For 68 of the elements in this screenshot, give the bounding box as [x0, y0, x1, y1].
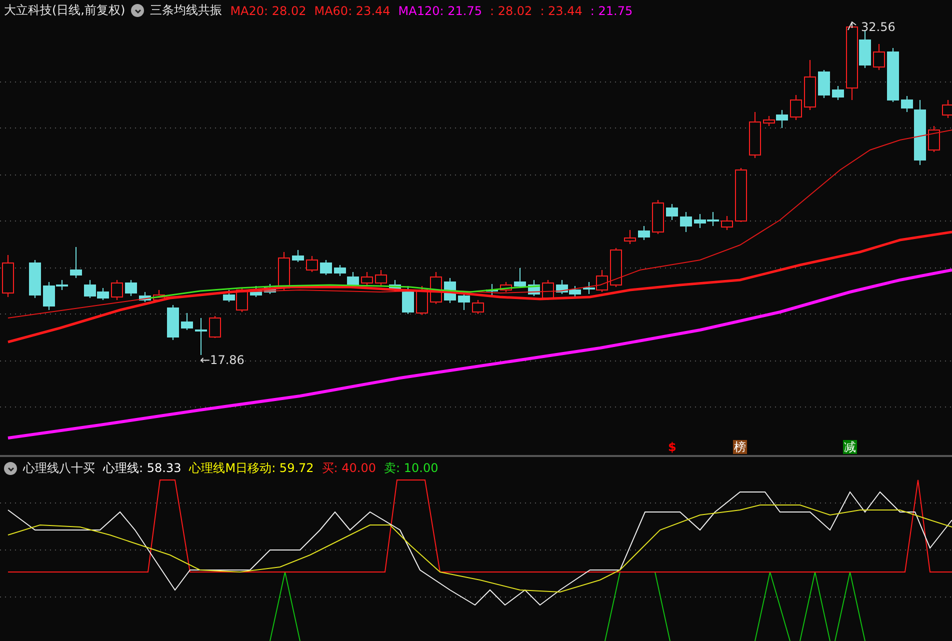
- candlestick: [153, 290, 165, 302]
- candlestick: [278, 252, 290, 290]
- candlestick: [569, 286, 581, 298]
- indicator-reading: 买: 40.00: [322, 460, 376, 477]
- signal-marker: $: [668, 440, 676, 454]
- candlestick: [790, 94, 802, 120]
- candlestick: [209, 316, 221, 338]
- signal-marker: 榜: [733, 440, 747, 454]
- stock-title: 大立科技(日线,前复权): [4, 2, 126, 19]
- candlestick: [111, 280, 123, 300]
- average-reading: MA60: 23.44: [314, 4, 390, 18]
- candlestick: [542, 280, 554, 300]
- candlestick: [486, 284, 498, 296]
- candlestick: [195, 318, 207, 356]
- average-reading: : 28.02: [490, 4, 532, 18]
- candlestick: [694, 214, 706, 228]
- dropdown-icon[interactable]: [4, 462, 17, 475]
- candlestick: [29, 260, 41, 298]
- candlestick: [832, 86, 844, 100]
- candlestick: [624, 230, 636, 244]
- candlestick: [749, 112, 761, 158]
- candlestick: [320, 260, 332, 276]
- average-reading: : 23.44: [540, 4, 582, 18]
- indicator-reading: 卖: 10.00: [384, 460, 438, 477]
- high-price-label: 32.56: [861, 20, 896, 34]
- low-price-label: ←17.86: [200, 353, 244, 367]
- arrow-icon: [848, 21, 856, 30]
- dropdown-icon[interactable]: [131, 4, 144, 17]
- candlestick: [458, 292, 470, 310]
- signal-marker: 减: [843, 440, 857, 454]
- candlestick: [361, 272, 373, 286]
- candlestick: [416, 286, 428, 316]
- candlestick: [610, 248, 622, 288]
- candlestick: [250, 286, 262, 298]
- candlestick: [818, 70, 830, 98]
- average-reading: MA120: 21.75: [398, 4, 482, 18]
- indicator-reading: 心理线M日移动: 59.72: [189, 460, 314, 477]
- candlestick: [292, 250, 304, 262]
- candlestick: [70, 246, 82, 278]
- candlestick: [514, 268, 526, 288]
- candlestick: [472, 300, 484, 314]
- candlestick: [873, 44, 885, 70]
- candlestick: [804, 60, 816, 110]
- candlestick: [556, 280, 568, 294]
- candlestick: [680, 212, 692, 232]
- candlestick: [334, 264, 346, 276]
- candlestick: [528, 280, 540, 296]
- candlestick: [887, 48, 899, 102]
- candlestick: [375, 270, 387, 286]
- average-reading: MA20: 28.02: [230, 4, 306, 18]
- indicator-reading: 心理线: 58.33: [103, 460, 182, 477]
- candlestick: [139, 292, 151, 302]
- candlestick: [707, 212, 719, 226]
- candlestick: [264, 284, 276, 294]
- candlestick: [735, 168, 747, 222]
- candlestick: [638, 226, 650, 240]
- candlestick: [306, 256, 318, 272]
- average-reading: : 21.75: [590, 4, 633, 18]
- candlestick: [928, 126, 940, 152]
- candlestick: [652, 200, 664, 234]
- candlestick: [181, 312, 193, 330]
- candlestick: [167, 304, 179, 340]
- candlestick: [666, 204, 678, 220]
- indicator-name: 三条均线共振: [150, 2, 222, 19]
- indicator-name: 心理线八十买: [23, 460, 95, 477]
- candlestick: [721, 216, 733, 230]
- candlestick: [500, 282, 512, 292]
- candlestick: [125, 280, 137, 296]
